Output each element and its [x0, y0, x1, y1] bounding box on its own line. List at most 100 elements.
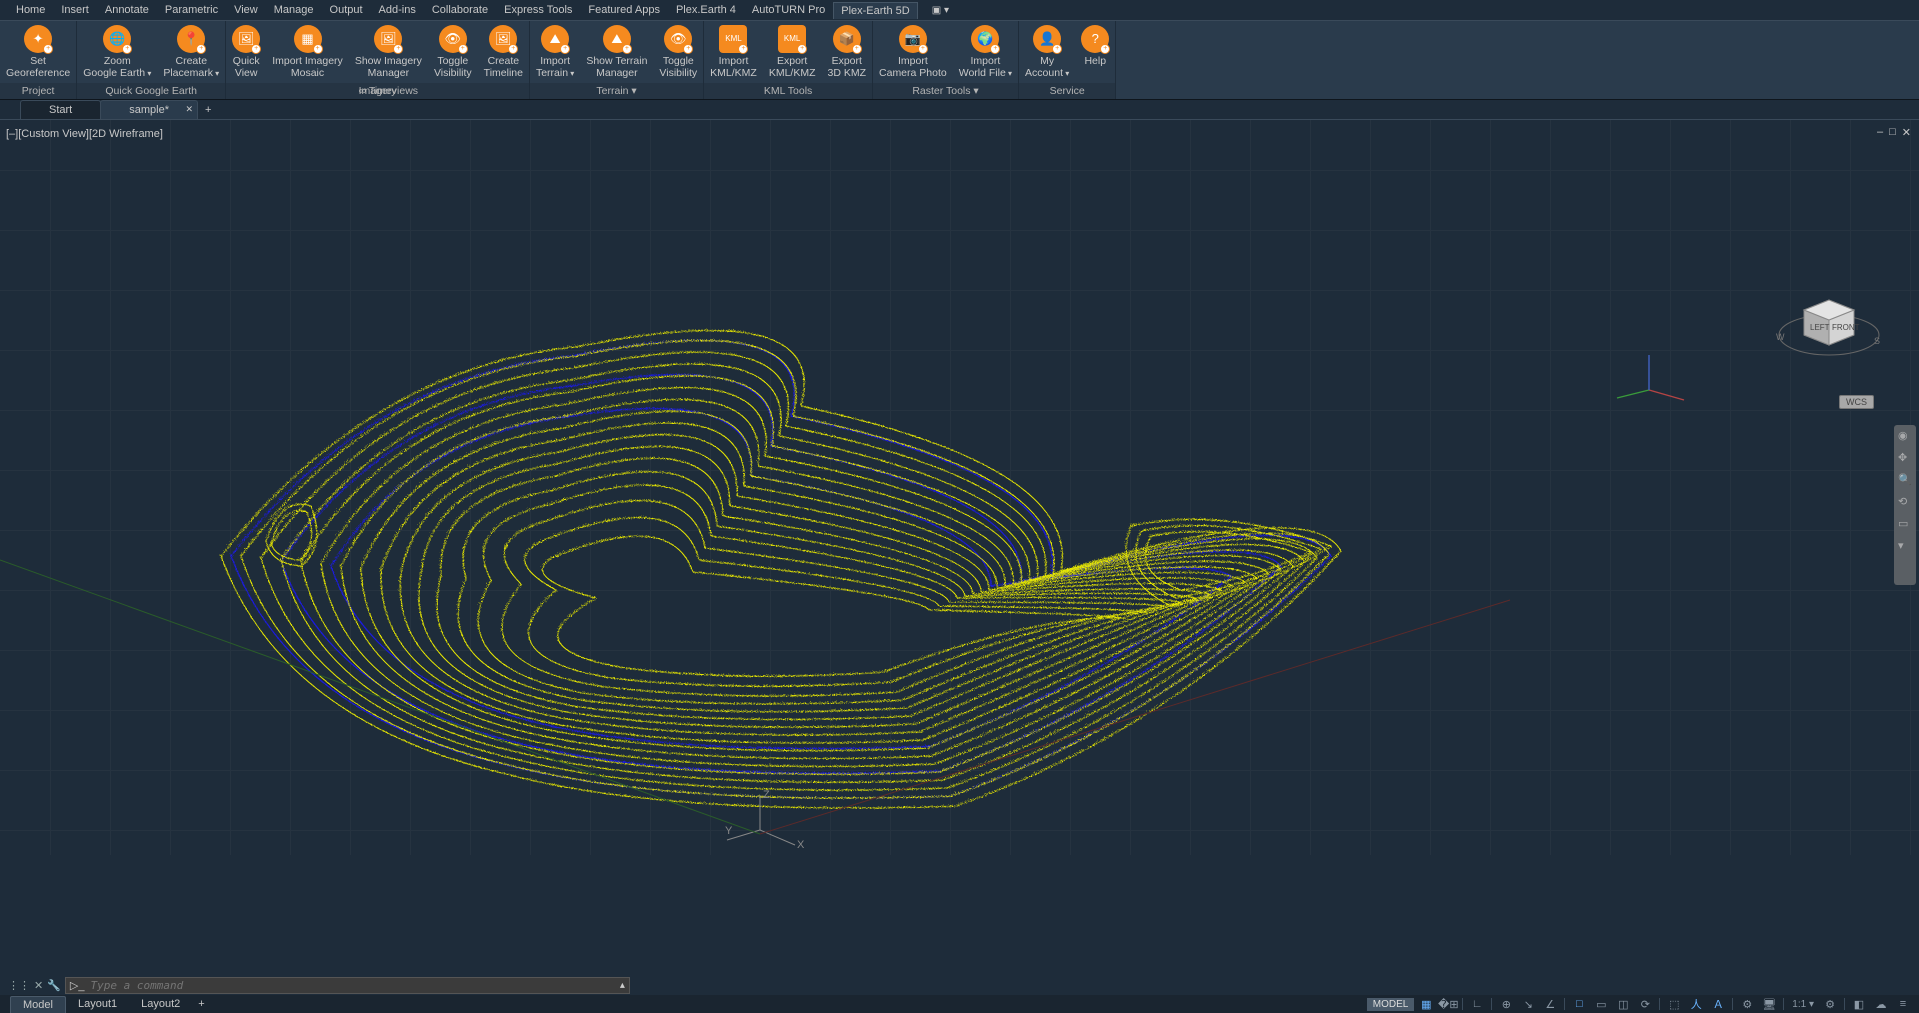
import-imagery-mosaic-label: Import Imagery Mosaic [272, 55, 343, 79]
layout-tab-layout1[interactable]: Layout1 [66, 996, 129, 1012]
minimize-icon[interactable]: – [1877, 126, 1883, 139]
status-ws-icon[interactable]: ⚙ [1737, 996, 1757, 1012]
menu-featured-apps[interactable]: Featured Apps [580, 1, 668, 19]
nav-pan-icon[interactable]: ✥ [1898, 451, 1912, 465]
file-tab-start[interactable]: Start [20, 100, 101, 119]
close-cmd-icon[interactable]: ✕ [34, 979, 43, 992]
view-controls-label[interactable]: [–][Custom View][2D Wireframe] [6, 128, 163, 140]
toggle-visibility-img-label: Toggle Visibility [434, 55, 472, 79]
panel-title[interactable]: Raster Tools ▾ [873, 83, 1018, 99]
nav-orbit-icon[interactable]: ⟲ [1898, 495, 1912, 509]
import-camera-photo[interactable]: 📷+Import Camera Photo [873, 21, 953, 83]
import-camera-photo-icon: 📷+ [899, 25, 927, 53]
add-layout-button[interactable]: + [192, 996, 210, 1012]
panel-title[interactable]: Service [1019, 83, 1115, 99]
maximize-icon[interactable]: □ [1889, 126, 1896, 139]
nav-showmotion-icon[interactable]: ▭ [1898, 517, 1912, 531]
import-terrain[interactable]: ⛰+Import Terrain [530, 21, 580, 83]
command-input[interactable] [91, 979, 614, 992]
file-tabs: Startsample*✕+ [0, 100, 1919, 120]
menu-collaborate[interactable]: Collaborate [424, 1, 496, 19]
show-imagery-manager-icon: 🖼+ [374, 25, 402, 53]
wcs-badge[interactable]: WCS [1839, 395, 1874, 409]
navigation-bar[interactable]: ◉ ✥ 🔍 ⟲ ▭ ▾ [1894, 425, 1916, 585]
quick-view[interactable]: 🖼+Quick View [226, 21, 266, 83]
export-kml[interactable]: KML+Export KML/KMZ [763, 21, 822, 83]
status-cloud-icon[interactable]: ☁ [1871, 996, 1891, 1012]
svg-text:X: X [797, 839, 805, 851]
toggle-visibility-terr[interactable]: 👁+Toggle Visibility [653, 21, 703, 83]
nav-expand-icon[interactable]: ▾ [1898, 539, 1912, 553]
status-snap-icon[interactable]: �⊞ [1438, 996, 1458, 1012]
panel-title[interactable]: Project [0, 83, 76, 99]
model-badge[interactable]: MODEL [1367, 998, 1415, 1011]
create-timeline[interactable]: 🖼+Create Timeline [478, 21, 529, 83]
wrench-icon[interactable]: 🔧 [47, 979, 61, 992]
status-ann-icon[interactable]: 人 [1686, 996, 1706, 1012]
export-3dkmz[interactable]: 📦+Export 3D KMZ [822, 21, 873, 83]
command-input-box[interactable]: ▷_ ▴ [65, 977, 630, 994]
menu-autoturn-pro[interactable]: AutoTURN Pro [744, 1, 833, 19]
status-grid-icon[interactable]: ▦ [1416, 996, 1436, 1012]
close-icon[interactable]: ✕ [1902, 126, 1911, 139]
nav-wheel-icon[interactable]: ◉ [1898, 429, 1912, 443]
my-account[interactable]: 👤+My Account [1019, 21, 1075, 83]
help-icon: ?+ [1081, 25, 1109, 53]
panel-title[interactable]: KML Tools [704, 83, 872, 99]
status-sel-icon[interactable]: ⬚ [1664, 996, 1684, 1012]
set-georeference[interactable]: ✦+Set Georeference [0, 21, 76, 83]
cmd-history-icon[interactable]: ▴ [620, 980, 625, 991]
panel-title[interactable]: Terrain ▾ [530, 83, 703, 99]
cmdbar-handle[interactable]: ⋮⋮✕🔧 [4, 979, 65, 992]
status-gear-icon[interactable]: ⚙ [1820, 996, 1840, 1012]
nav-zoom-icon[interactable]: 🔍 [1898, 473, 1912, 487]
show-terrain-manager[interactable]: ⛰+Show Terrain Manager [580, 21, 653, 83]
new-tab-button[interactable]: + [197, 101, 219, 119]
import-terrain-icon: ⛰+ [541, 25, 569, 53]
menu-output[interactable]: Output [322, 1, 371, 19]
menu-home[interactable]: Home [8, 1, 53, 19]
ucs-icon[interactable]: X Y Z [725, 790, 815, 855]
show-imagery-manager[interactable]: 🖼+Show Imagery Manager [349, 21, 428, 83]
import-imagery-mosaic[interactable]: ▦+Import Imagery Mosaic [266, 21, 349, 83]
status-polar-icon[interactable]: ⊕ [1496, 996, 1516, 1012]
create-placemark[interactable]: 📍+Create Placemark [157, 21, 225, 83]
status-monitor-icon[interactable]: 🖥 [1759, 996, 1779, 1012]
menu-plex-earth-4[interactable]: Plex.Earth 4 [668, 1, 744, 19]
status-custom-icon[interactable]: ≡ [1893, 996, 1913, 1012]
menu-manage[interactable]: Manage [266, 1, 322, 19]
menu-plex-earth-5d[interactable]: Plex-Earth 5D [833, 2, 917, 19]
menu-view[interactable]: View [226, 1, 266, 19]
status-ortho-icon[interactable]: ∟ [1467, 996, 1487, 1012]
layout-tab-layout2[interactable]: Layout2 [129, 996, 192, 1012]
layout-tab-model[interactable]: Model [10, 996, 66, 1013]
help[interactable]: ?+Help [1075, 21, 1115, 83]
file-tab-sample[interactable]: sample*✕ [100, 100, 198, 119]
menu-extra[interactable]: ▣ ▾ [924, 2, 957, 19]
status-aut-icon[interactable]: Ａ [1708, 996, 1728, 1012]
status-iso-icon[interactable]: ↘ [1518, 996, 1538, 1012]
import-kml[interactable]: KML+Import KML/KMZ [704, 21, 763, 83]
zoom-google-earth[interactable]: 🌐+Zoom Google Earth [77, 21, 157, 83]
close-tab-icon[interactable]: ✕ [185, 104, 193, 115]
drawing-viewport[interactable]: [–][Custom View][2D Wireframe] – □ ✕ [0, 120, 1919, 855]
panel-title[interactable]: ∞ TimeviewsImagery [226, 83, 529, 99]
panel-title[interactable]: Quick Google Earth [77, 83, 225, 99]
toggle-visibility-terr-icon: 👁+ [664, 25, 692, 53]
view-cube[interactable]: LEFT FRONT W S [1774, 280, 1884, 370]
status-track-icon[interactable]: ∠ [1540, 996, 1560, 1012]
status-trans-icon[interactable]: ◫ [1613, 996, 1633, 1012]
menu-express-tools[interactable]: Express Tools [496, 1, 580, 19]
menu-insert[interactable]: Insert [53, 1, 97, 19]
import-world-file[interactable]: 🌍+Import World File [953, 21, 1018, 83]
toggle-visibility-img[interactable]: 👁+Toggle Visibility [428, 21, 478, 83]
scale-dropdown[interactable]: 1:1 ▾ [1788, 999, 1818, 1010]
menu-annotate[interactable]: Annotate [97, 1, 157, 19]
menu-add-ins[interactable]: Add-ins [371, 1, 424, 19]
status-osnap-icon[interactable]: □ [1569, 996, 1589, 1012]
status-iso2-icon[interactable]: ◧ [1849, 996, 1869, 1012]
menu-parametric[interactable]: Parametric [157, 1, 226, 19]
import-imagery-mosaic-icon: ▦+ [294, 25, 322, 53]
status-cyc-icon[interactable]: ⟳ [1635, 996, 1655, 1012]
status-lwt-icon[interactable]: ▭ [1591, 996, 1611, 1012]
